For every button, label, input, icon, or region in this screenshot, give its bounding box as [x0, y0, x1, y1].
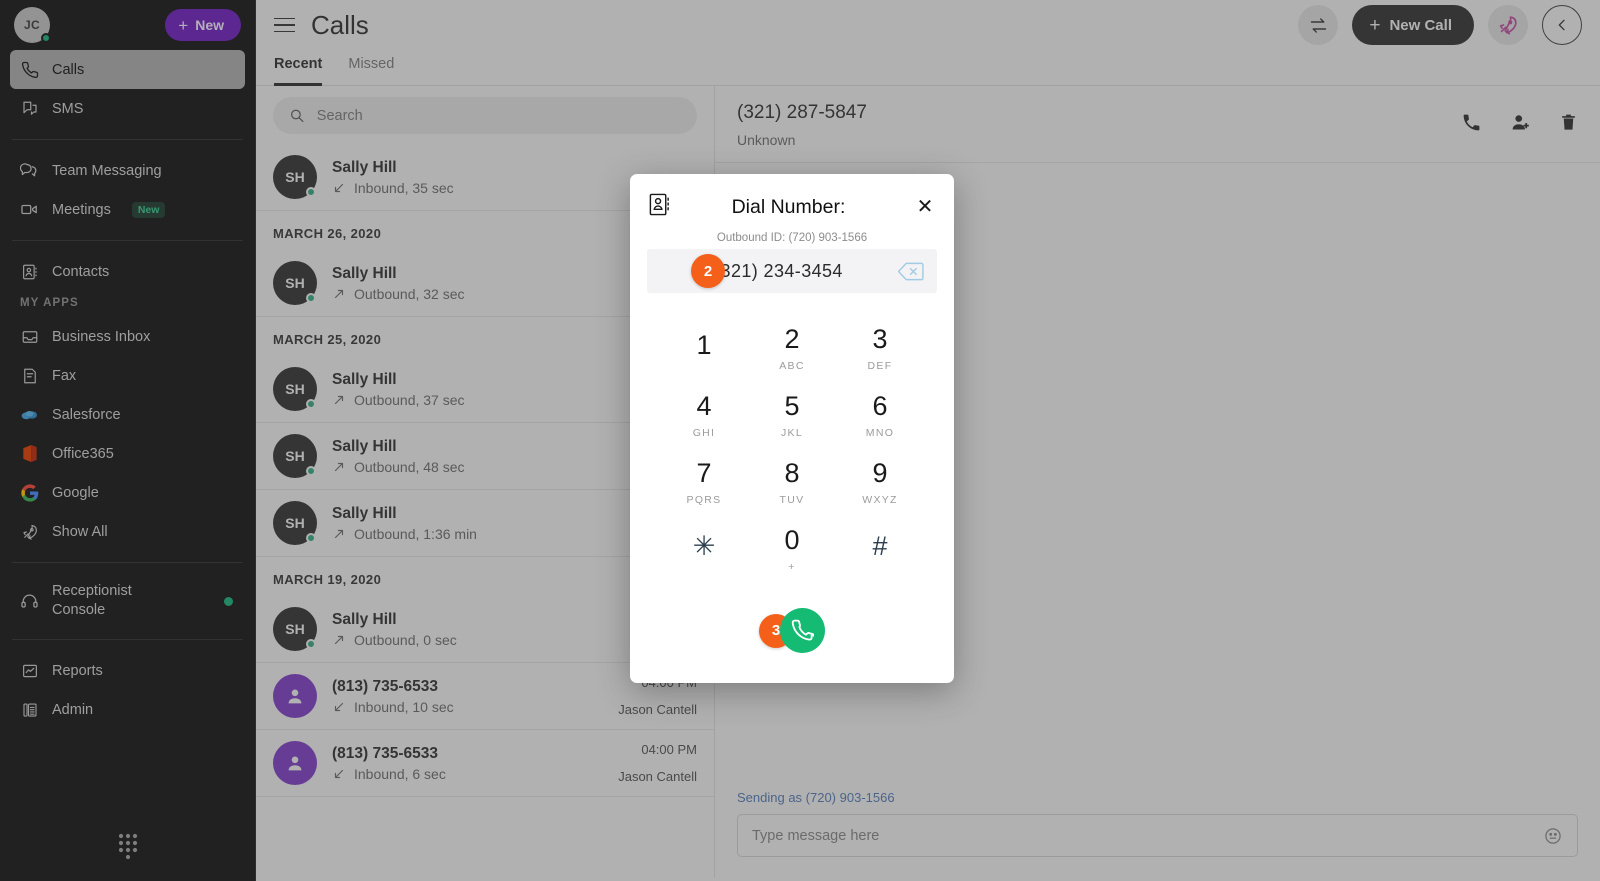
key-digit: 4: [696, 390, 712, 421]
key-letters: WXYZ: [862, 493, 898, 506]
dialpad-key-4[interactable]: 4 GHI: [660, 382, 748, 449]
dialpad-keypad: 1 2 ABC 3 DEF 4 GHI 5 JKL 6 MNO 7 PQRS 8…: [630, 293, 954, 602]
dialpad-key-5[interactable]: 5 JKL: [748, 382, 836, 449]
backspace-icon[interactable]: [897, 261, 924, 282]
key-digit: ✳: [692, 530, 716, 561]
key-letters: MNO: [865, 426, 895, 439]
dialpad-key-star[interactable]: ✳: [660, 516, 748, 583]
dialpad-key-6[interactable]: 6 MNO: [836, 382, 924, 449]
dialpad-key-1[interactable]: 1: [660, 315, 748, 382]
dialpad-key-2[interactable]: 2 ABC: [748, 315, 836, 382]
key-digit: #: [872, 530, 888, 561]
key-letters: ABC: [779, 359, 805, 372]
key-digit: 7: [696, 457, 712, 488]
dialpad-key-hash[interactable]: #: [836, 516, 924, 583]
key-letters: TUV: [779, 493, 805, 506]
place-call-button[interactable]: [780, 608, 825, 653]
key-digit: 8: [784, 457, 800, 488]
key-digit: 6: [872, 390, 888, 421]
key-letters: PQRS: [686, 493, 722, 506]
phone-icon: [791, 619, 814, 641]
modal-header: Dial Number: ✕: [630, 174, 954, 226]
dialpad-key-7[interactable]: 7 PQRS: [660, 449, 748, 516]
key-letters: JKL: [781, 426, 803, 439]
dialpad-key-0[interactable]: 0 +: [748, 516, 836, 583]
key-digit: 2: [784, 323, 800, 354]
dialpad-key-8[interactable]: 8 TUV: [748, 449, 836, 516]
modal-call-action: 3: [630, 602, 954, 683]
key-letters: DEF: [867, 359, 893, 372]
dialpad-key-9[interactable]: 9 WXYZ: [836, 449, 924, 516]
key-digit: 1: [696, 329, 712, 360]
outbound-id-label: Outbound ID: (720) 903-1566: [716, 232, 868, 244]
dial-number-modal: Dial Number: ✕ Outbound ID: (720) 903-15…: [630, 174, 954, 683]
key-digit: 3: [872, 323, 888, 354]
modal-title: Dial Number:: [731, 195, 846, 218]
key-digit: 5: [784, 390, 800, 421]
dialpad-key-3[interactable]: 3 DEF: [836, 315, 924, 382]
key-letters: GHI: [692, 426, 716, 439]
key-letters: +: [788, 560, 796, 573]
close-icon[interactable]: ✕: [914, 197, 936, 217]
app-root: JC + New Calls SMS Team Messaging Meetin…: [0, 0, 1600, 881]
key-digit: 0: [784, 524, 800, 555]
step-badge-2: 2: [691, 254, 725, 288]
key-digit: 9: [872, 457, 888, 488]
dial-number-field[interactable]: 2 (321) 234-3454: [647, 249, 937, 293]
dim-overlay-sidebar: [0, 0, 256, 881]
